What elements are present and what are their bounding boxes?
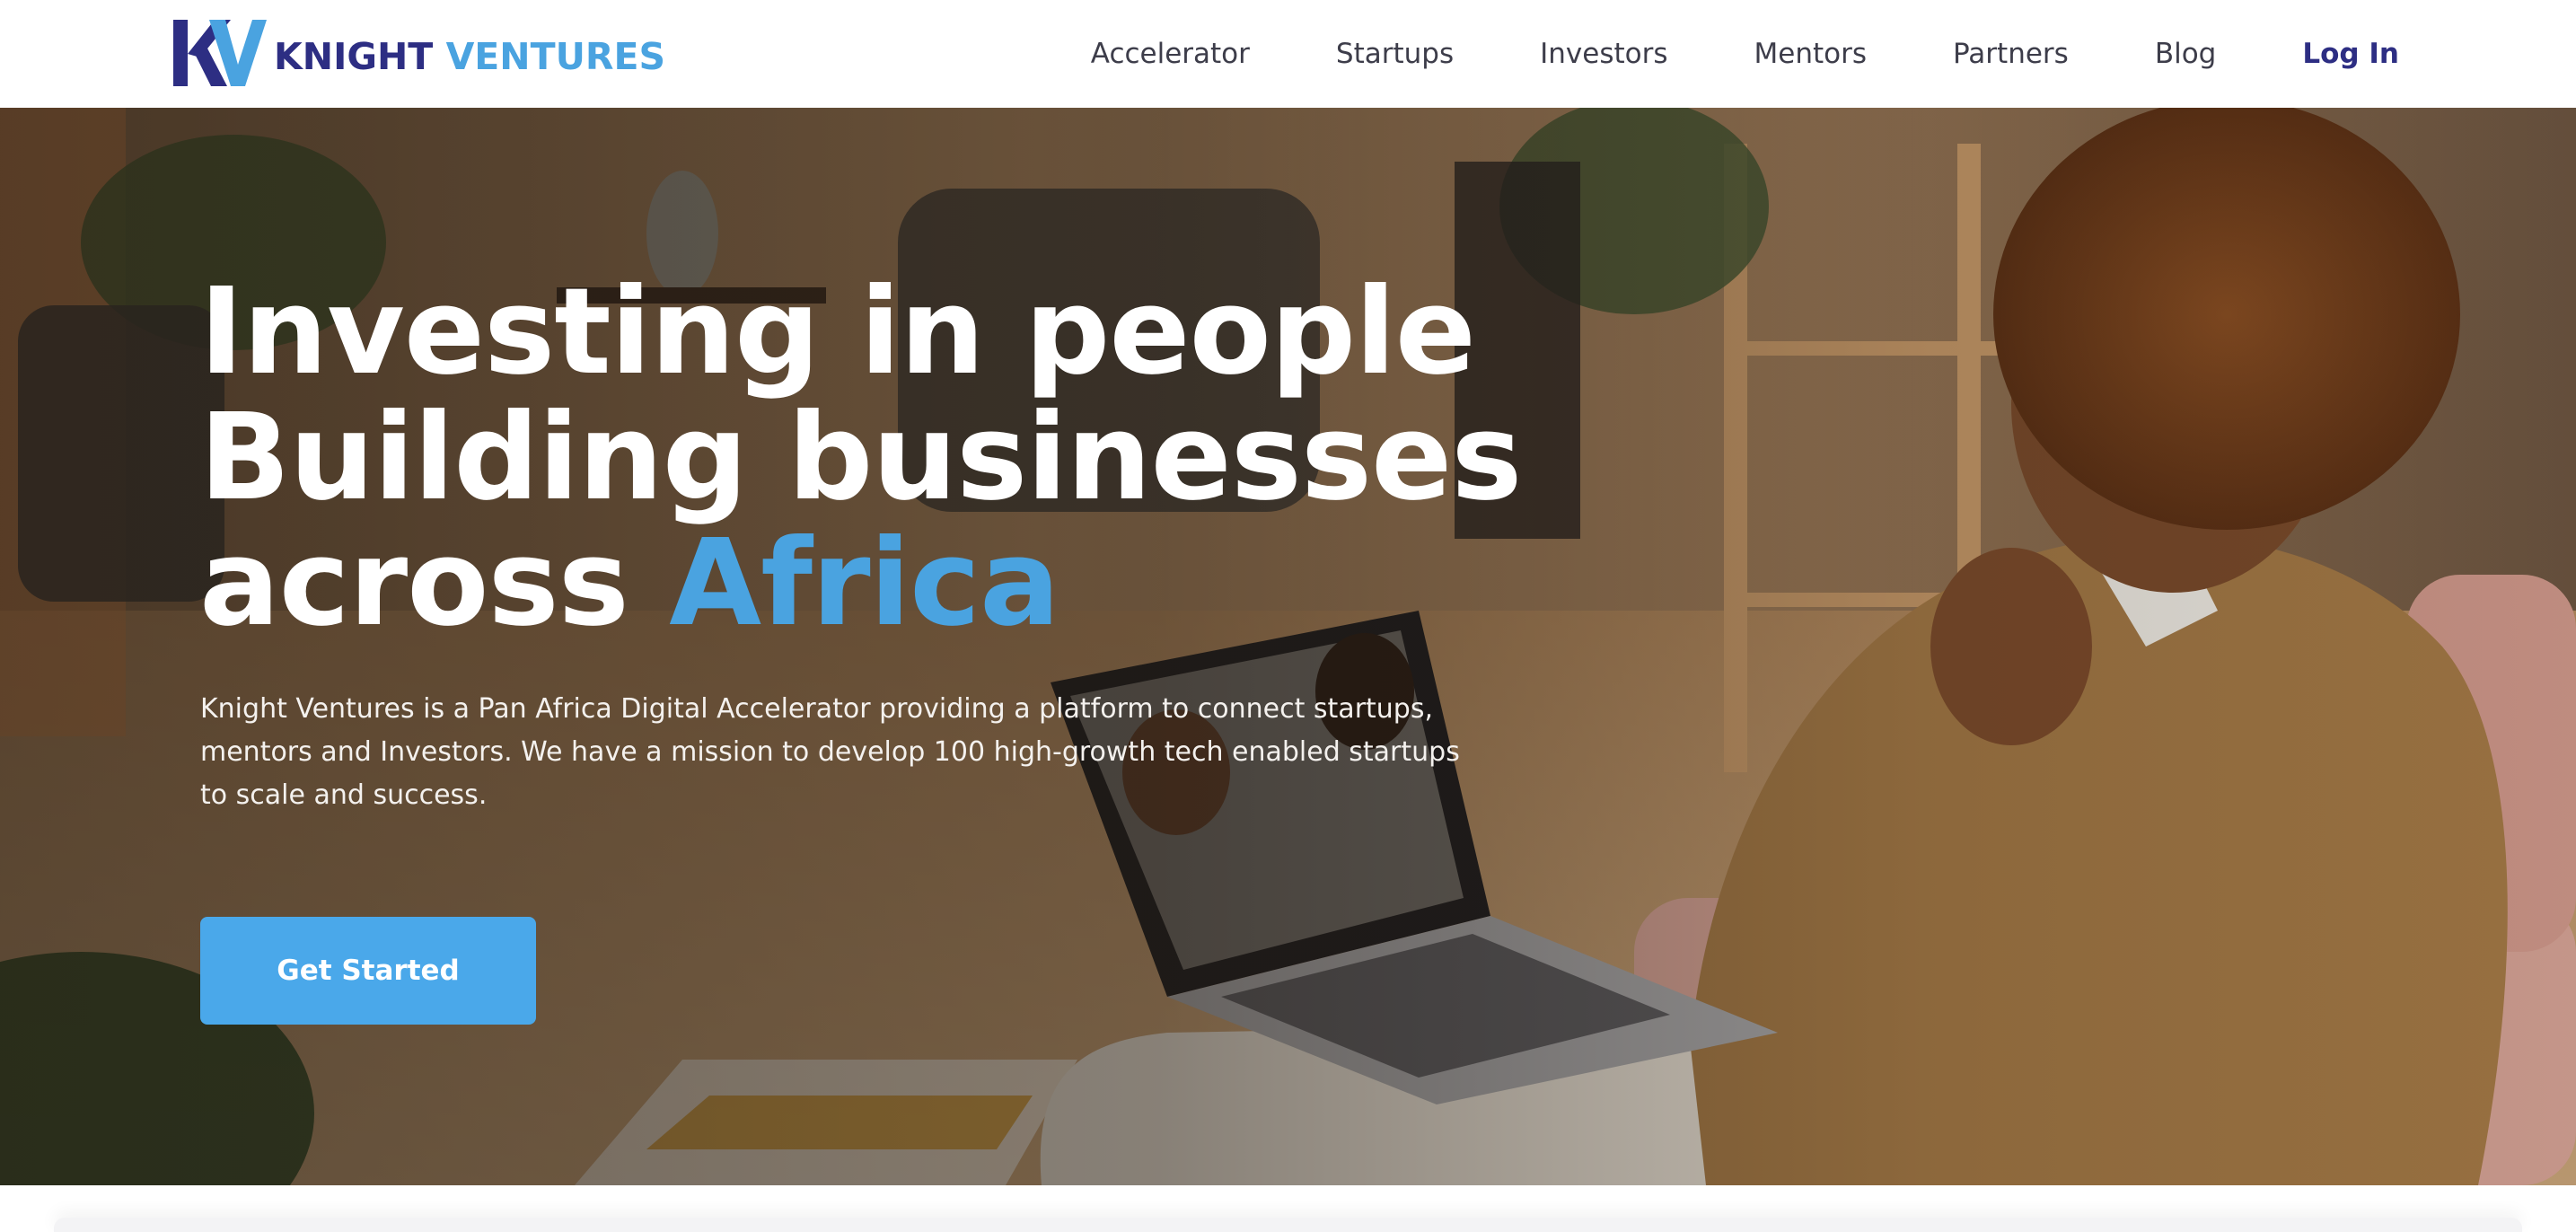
nav-item-blog[interactable]: Blog	[2155, 38, 2217, 70]
get-started-button[interactable]: Get Started	[200, 917, 536, 1025]
brand-name-part2: VENTURES	[445, 34, 665, 78]
headline-line-2: Building businesses	[199, 389, 1522, 527]
headline-line-3: across Africa	[199, 521, 1521, 647]
next-section-card-edge	[54, 1218, 2522, 1232]
nav-item-accelerator[interactable]: Accelerator	[1091, 38, 1250, 70]
brand-name: KNIGHT VENTURES	[274, 38, 665, 75]
nav-item-startups[interactable]: Startups	[1336, 38, 1454, 70]
kv-logo-icon	[173, 20, 267, 86]
next-section-edge	[0, 1185, 2576, 1232]
hero-section: Investing in people Building businesses …	[0, 108, 2576, 1185]
nav-item-mentors[interactable]: Mentors	[1754, 38, 1867, 70]
site-header: KNIGHT VENTURES Accelerator Startups Inv…	[0, 0, 2576, 108]
headline-line-1: Investing in people	[199, 263, 1476, 401]
headline-line-3-prefix: across	[199, 515, 670, 653]
nav-item-investors[interactable]: Investors	[1540, 38, 1667, 70]
brand-name-part1: KNIGHT	[274, 34, 434, 78]
hero-headline: Investing in people Building businesses …	[199, 263, 1522, 647]
hero-description: Knight Ventures is a Pan Africa Digital …	[200, 693, 1460, 811]
brand-logo[interactable]: KNIGHT VENTURES	[173, 18, 665, 88]
main-nav: Accelerator Startups Investors Mentors P…	[1091, 0, 2399, 108]
login-link[interactable]: Log In	[2302, 38, 2399, 70]
headline-accent-word: Africa	[669, 515, 1060, 653]
nav-item-partners[interactable]: Partners	[1953, 38, 2069, 70]
